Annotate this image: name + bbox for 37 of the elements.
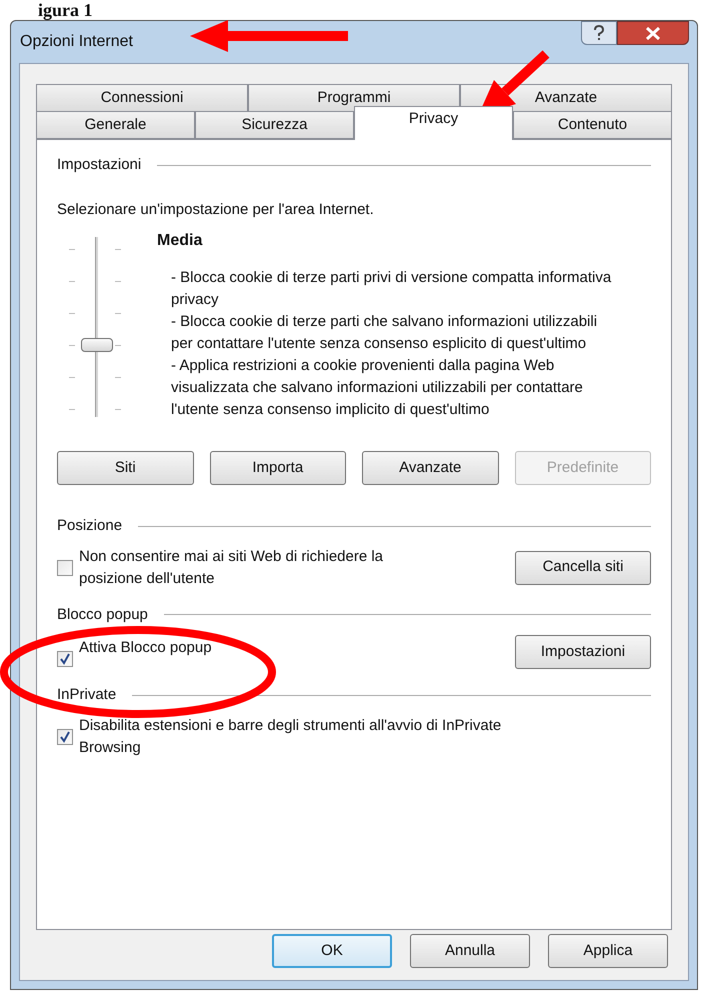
- slider-thumb[interactable]: [81, 338, 113, 352]
- level-name: Media: [157, 231, 204, 251]
- tab[interactable]: Contenuto: [513, 111, 672, 139]
- checkbox-label: Disabilita estensioni e barre degli strumenti all'avvio di InPrivate Browsing: [79, 716, 502, 758]
- close-button[interactable]: [617, 21, 689, 45]
- help-button[interactable]: [581, 21, 617, 45]
- description-text: - Blocca cookie di terze parti privi di versione compatta informativa privacy: [171, 268, 612, 310]
- help-icon: [593, 25, 605, 41]
- checkbox[interactable]: [57, 651, 73, 667]
- prompt-text: Selezionare un'impostazione per l'area Internet.: [57, 200, 375, 220]
- check-icon: [59, 653, 71, 665]
- tab[interactable]: Sicurezza: [195, 111, 354, 139]
- section-heading: Impostazioni: [57, 155, 142, 175]
- section-heading: Posizione: [57, 516, 122, 536]
- check-icon: [59, 730, 71, 742]
- button[interactable]: Impostazioni: [515, 635, 651, 669]
- close-icon: [645, 26, 661, 40]
- button[interactable]: Avanzate: [362, 451, 498, 485]
- tab[interactable]: Connessioni: [36, 84, 248, 112]
- figure-caption: igura 1: [38, 0, 93, 20]
- dialog-button[interactable]: Annulla: [410, 934, 530, 968]
- section-heading: Blocco popup: [57, 604, 148, 624]
- tab[interactable]: Generale: [36, 111, 195, 139]
- description-text: - Applica restrizioni a cookie provenienti dalla pagina Web visualizzata che salvano informazioni utilizzabili per contattare l'utente senza consenso implicito di quest'ultimo: [171, 356, 584, 420]
- dialog-button[interactable]: Applica: [548, 934, 668, 968]
- button[interactable]: Importa: [210, 451, 346, 485]
- section-heading: InPrivate: [57, 685, 116, 705]
- window-title: Opzioni Internet: [20, 32, 133, 52]
- checkbox-label: Attiva Blocco popup: [79, 638, 213, 658]
- tab[interactable]: Privacy: [354, 106, 513, 140]
- button[interactable]: Cancella siti: [515, 550, 651, 584]
- checkbox[interactable]: [57, 560, 73, 576]
- checkbox-label: Non consentire mai ai siti Web di richiedere la posizione dell'utente: [79, 546, 384, 588]
- dialog-button[interactable]: OK: [272, 934, 392, 968]
- checkbox[interactable]: [57, 728, 73, 744]
- button[interactable]: Siti: [57, 451, 194, 485]
- description-text: - Blocca cookie di terze parti che salvano informazioni utilizzabili per contattare l'utente senza consenso esplicito di quest'ultimo: [171, 312, 598, 354]
